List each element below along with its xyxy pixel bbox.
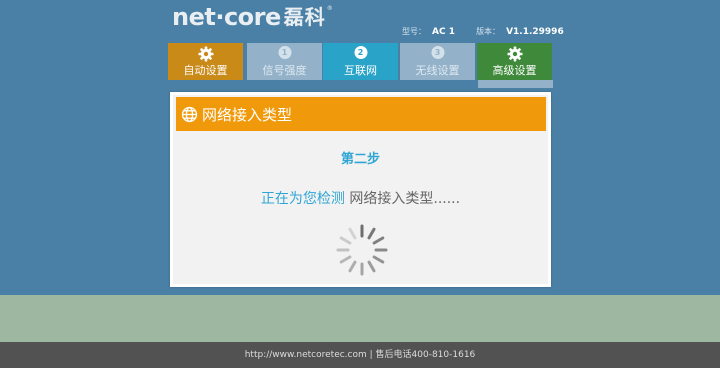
tab-signal-strength-label: 信号强度	[262, 64, 307, 77]
tab-auto-settings[interactable]: 自动设置	[168, 43, 243, 80]
detecting-message: 正在为您检测 网络接入类型......	[173, 188, 548, 208]
step-1-badge: 1	[278, 46, 291, 59]
globe-icon	[181, 106, 198, 123]
dialog-title: 网络接入类型	[202, 105, 293, 124]
spinner-spoke	[372, 255, 385, 264]
device-info: 型号： AC 1 版本： V1.1.29996	[402, 26, 564, 37]
tab-wireless-settings[interactable]: 3 无线设置	[400, 43, 475, 80]
netcore-logo: net·core 磊科 ®	[172, 2, 333, 32]
dialog-header: 网络接入类型	[176, 97, 546, 131]
detecting-suffix: 网络接入类型......	[344, 191, 461, 207]
step-3-badge: 3	[431, 46, 444, 59]
model-label: 型号：	[402, 27, 426, 36]
tab-advanced-settings-label: 高级设置	[492, 64, 537, 77]
spinner-spoke	[367, 227, 376, 240]
step-2-badge: 2	[354, 46, 367, 59]
tab-signal-strength[interactable]: 1 信号强度	[247, 43, 322, 80]
version-value: V1.1.29996	[506, 27, 564, 37]
logo-text: net·core	[172, 3, 281, 31]
loading-spinner-icon	[336, 224, 388, 276]
model-value: AC 1	[432, 27, 455, 37]
tab-auto-settings-label: 自动设置	[183, 64, 228, 77]
footer: http://www.netcoretec.com | 售后电话400-810-…	[0, 342, 720, 368]
step-title: 第二步	[340, 152, 380, 167]
tab-internet-label: 互联网	[344, 64, 377, 77]
spinner-spoke	[348, 260, 357, 273]
spinner-spoke	[339, 236, 352, 245]
nav-dropdown-strip	[478, 80, 553, 88]
spinner-spoke	[367, 260, 376, 273]
tab-internet[interactable]: 2 互联网	[323, 43, 398, 80]
page-lower-background	[0, 295, 720, 342]
logo-chinese: 磊科	[283, 5, 326, 29]
footer-text: http://www.netcoretec.com | 售后电话400-810-…	[244, 350, 476, 360]
network-detect-dialog: 网络接入类型 第二步 正在为您检测 网络接入类型......	[170, 92, 551, 287]
tab-advanced-settings[interactable]: 高级设置	[477, 43, 552, 80]
version-label: 版本：	[476, 27, 501, 36]
detecting-prefix: 正在为您检测	[260, 191, 345, 207]
tab-wireless-settings-label: 无线设置	[415, 64, 460, 77]
spinner-spoke	[339, 255, 352, 264]
spinner-spoke	[348, 227, 357, 240]
registered-mark: ®	[326, 5, 333, 12]
spinner-spoke	[372, 236, 385, 245]
